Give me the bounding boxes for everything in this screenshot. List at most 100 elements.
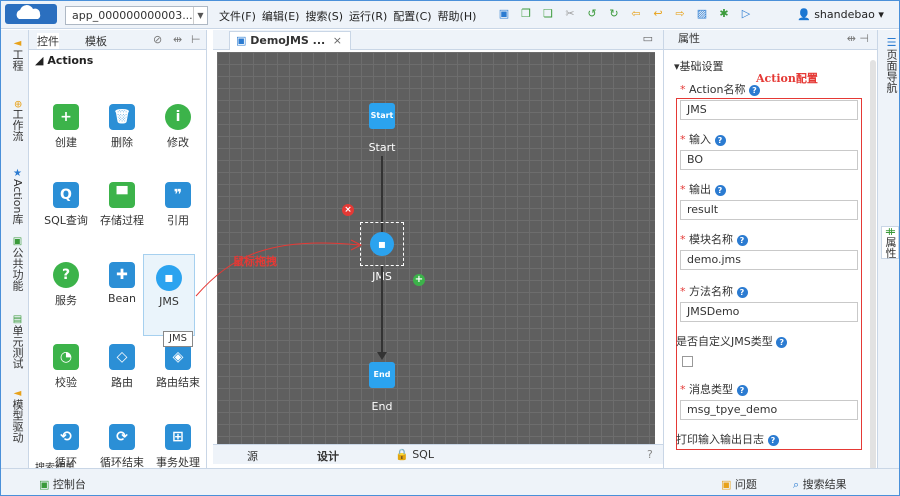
cut-icon[interactable]: ✂ [563,7,577,21]
save-icon[interactable]: ▣ [497,7,511,21]
collapse-icon[interactable]: ⊢ [191,33,201,46]
tile-delete[interactable]: 🗑 删除 [93,98,151,168]
problems-tab[interactable]: ▣ 问题 [721,476,757,492]
properties-scrollbar[interactable] [870,60,876,470]
split-icon[interactable]: ⇹ [173,33,182,46]
back-icon[interactable]: ⇦ [629,7,643,21]
help-icon[interactable]: ? [776,336,788,348]
help-icon[interactable]: ? [736,384,748,396]
jms-node[interactable]: ▪ [370,232,394,256]
tile-modify[interactable]: i 修改 [149,98,207,168]
help-icon[interactable]: ? [767,434,779,446]
tab-sql[interactable]: 🔒 SQL [395,448,434,461]
section-basic[interactable]: ▾基础设置 [674,58,724,74]
tile-label: JMS [159,295,179,308]
forward-icon[interactable]: ⇨ [673,7,687,21]
toolbar-icons: ▣ ❐ ❏ ✂ ↺ ↻ ⇦ ↩ ⇨ ▨ ✱ ▷ [497,7,753,21]
menu-file[interactable]: 文件(F) [219,8,256,24]
image-icon[interactable]: ▨ [695,7,709,21]
side-tab-model[interactable]: ◄模型驱动 [5,388,25,443]
section-actions[interactable]: ◢ Actions [35,54,93,67]
side-tab-unit-test[interactable]: ▤单元测试 [5,314,25,369]
pin-icon[interactable]: ⇹ ⊣ [847,30,869,48]
help-icon[interactable]: ? [647,448,653,461]
method-name-input[interactable]: JMSDemo [680,302,858,322]
search-results-label: 搜索结果 [802,478,847,491]
cloud-logo-icon [5,4,57,24]
tile-jms[interactable]: ▪ JMS [143,254,195,336]
copy-icon[interactable]: ❐ [519,7,533,21]
undo-icon[interactable]: ↺ [585,7,599,21]
search-results-tab[interactable]: ⌕ 搜索结果 [793,476,847,492]
module-name-input[interactable]: demo.jms [680,250,858,270]
app-window: app_000000000003... ▼ 文件(F) 编辑(E) 搜索(S) … [0,0,900,496]
tile-service[interactable]: ? 服务 [37,256,95,326]
tile-label: 引用 [167,214,189,227]
help-icon[interactable]: ? [714,134,726,146]
tile-sql-query[interactable]: Q SQL查询 [37,176,95,246]
connector-jms-end[interactable] [381,266,383,354]
help-icon[interactable]: ? [714,184,726,196]
tile-label: 校验 [55,376,77,389]
menu-help[interactable]: 帮助(H) [438,8,477,24]
tile-label: 服务 [55,294,77,307]
console-label: 控制台 [52,478,86,491]
menu-search[interactable]: 搜索(S) [305,8,343,24]
collapse-triangle-icon: ◢ [35,54,44,67]
side-tab-project[interactable]: ◄工程 [5,38,25,71]
start-label: Start [368,141,396,154]
tab-templates[interactable]: 模板 [85,33,107,49]
editor-tab[interactable]: ▣ DemoJMS ... × [229,31,351,50]
console-tab[interactable]: ▣ 控制台 [39,476,86,492]
return-icon[interactable]: ↩ [651,7,665,21]
side-tab-properties[interactable]: ⋕属性 [881,226,899,260]
menu-config[interactable]: 配置(C) [393,8,431,24]
close-icon[interactable]: × [333,32,342,49]
side-tab-workflow[interactable]: ⊕工作流 [5,100,25,141]
paste-icon[interactable]: ❏ [541,7,555,21]
input-input[interactable]: BO [680,150,858,170]
menu-edit[interactable]: 编辑(E) [262,8,300,24]
field-label: 打印输入输出日志 [676,433,764,446]
editor-tab-title: DemoJMS ... [250,34,326,47]
side-tab-common[interactable]: ▣公共功能 [5,236,25,291]
side-tab-page-nav[interactable]: ☰页面导航 [881,36,899,93]
tile-route[interactable]: ◇ 路由 [93,338,151,408]
maximize-icon[interactable]: ▭ [643,32,653,45]
tile-validate[interactable]: ◔ 校验 [37,338,95,408]
start-node[interactable]: Start [369,103,395,129]
chevron-down-icon[interactable]: ▼ [193,7,207,24]
menu-run[interactable]: 运行(R) [349,8,387,24]
question-icon: ? [53,262,79,288]
editor-bottom-tabs: 源 设计 🔒 SQL ? [213,444,663,464]
help-icon[interactable]: ⊘ [153,33,162,46]
action-name-input[interactable]: JMS [680,100,858,120]
common-icon: ▣ [12,236,23,247]
add-node-icon[interactable]: + [413,274,425,286]
plus-icon: + [53,104,79,130]
msg-type-input[interactable]: msg_tpye_demo [680,400,858,420]
tab-controls[interactable]: 控件 [37,33,59,49]
tile-create[interactable]: + 创建 [37,98,95,168]
panel-tabs: 控件 模板 ⊘ ⇹ ⊢ [29,30,206,50]
help-icon[interactable]: ? [748,84,760,96]
project-select[interactable]: app_000000000003... ▼ [65,6,208,25]
custom-jms-checkbox[interactable] [682,356,693,367]
field-print-log: 打印输入输出日志 ? [676,432,854,448]
output-input[interactable]: result [680,200,858,220]
tab-source[interactable]: 源 [247,448,258,464]
side-tab-action-lib[interactable]: ★Action库 [5,168,25,224]
top-toolbar: app_000000000003... ▼ 文件(F) 编辑(E) 搜索(S) … [1,1,899,29]
run-icon[interactable]: ▷ [739,7,753,21]
user-menu[interactable]: 👤 shandebao ▾ [797,8,884,21]
tile-route-end[interactable]: ◈ 路由结束 [149,338,207,408]
help-icon[interactable]: ? [736,234,748,246]
end-node[interactable]: End [369,362,395,388]
debug-icon[interactable]: ✱ [717,7,731,21]
tile-stored-procedure[interactable]: ▀ 存储过程 [93,176,151,246]
chat-icon: ▪ [156,265,182,291]
help-icon[interactable]: ? [736,286,748,298]
delete-node-icon[interactable]: × [342,204,354,216]
tab-design[interactable]: 设计 [317,448,339,464]
redo-icon[interactable]: ↻ [607,7,621,21]
